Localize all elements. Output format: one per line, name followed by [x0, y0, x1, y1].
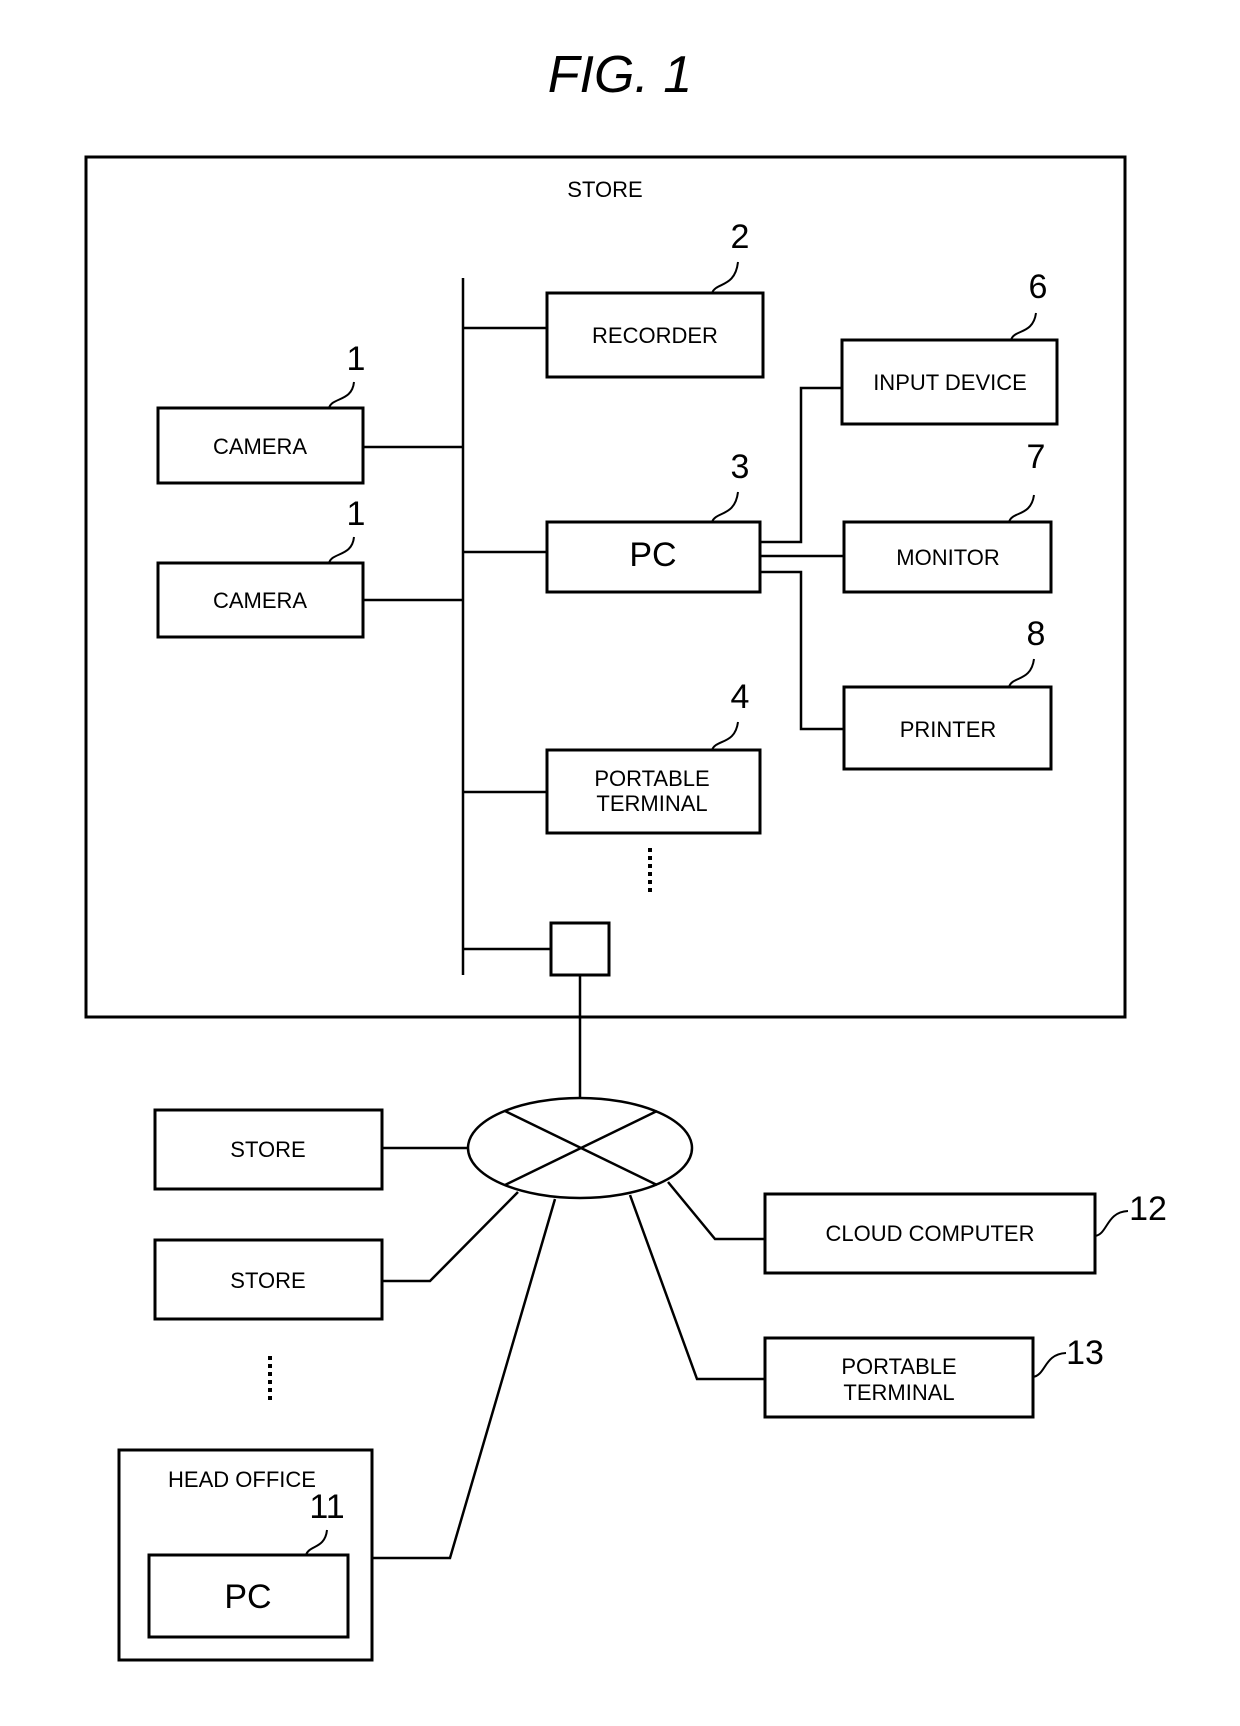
head-office-pc-ref: 11 [309, 1488, 344, 1526]
network-icon [466, 1096, 694, 1200]
store-b-label: STORE [230, 1268, 305, 1293]
head-office-label: HEAD OFFICE [168, 1467, 316, 1492]
remote-portable-terminal-ref: 13 [1066, 1334, 1104, 1372]
pc-label: PC [629, 536, 676, 574]
store-boundary-label: STORE [567, 177, 642, 202]
router-box[interactable] [549, 921, 611, 977]
head-office-link [372, 1198, 557, 1560]
remote-portable-terminal-label-line1: PORTABLE [841, 1354, 956, 1379]
remote-portable-terminal-link [628, 1194, 765, 1381]
figure-title: FIG. 1 [548, 46, 692, 104]
cloud-computer-link [667, 1181, 765, 1241]
remote-portable-terminal-leader [1032, 1352, 1067, 1378]
portable-terminal-ref: 4 [731, 678, 750, 716]
printer-label: PRINTER [900, 717, 997, 742]
camera-1-ref: 1 [347, 340, 366, 378]
store-b-link [382, 1191, 519, 1283]
system-diagram: FIG. 1 STORE RECORDER 2 CAMERA 1 CAMERA … [84, 46, 1167, 1662]
monitor-ref: 7 [1027, 438, 1046, 476]
recorder-ref: 2 [731, 218, 750, 256]
camera-2-ref: 1 [347, 495, 366, 533]
recorder-label: RECORDER [592, 323, 718, 348]
camera-2-label: CAMERA [213, 588, 307, 613]
cloud-computer-ref: 12 [1129, 1190, 1167, 1228]
cloud-computer-leader [1094, 1210, 1129, 1237]
portable-terminal-label-line1: PORTABLE [594, 766, 709, 791]
portable-terminal-label-line2: TERMINAL [596, 791, 707, 816]
camera-1-label: CAMERA [213, 434, 307, 459]
store-a-label: STORE [230, 1137, 305, 1162]
input-device-label: INPUT DEVICE [873, 370, 1027, 395]
remote-portable-terminal-label-line2: TERMINAL [843, 1380, 954, 1405]
monitor-label: MONITOR [896, 545, 999, 570]
head-office-pc-label: PC [224, 1578, 271, 1616]
cloud-computer-label: CLOUD COMPUTER [825, 1221, 1034, 1246]
input-device-ref: 6 [1029, 268, 1048, 306]
pc-ref: 3 [731, 448, 750, 486]
printer-ref: 8 [1027, 615, 1046, 653]
